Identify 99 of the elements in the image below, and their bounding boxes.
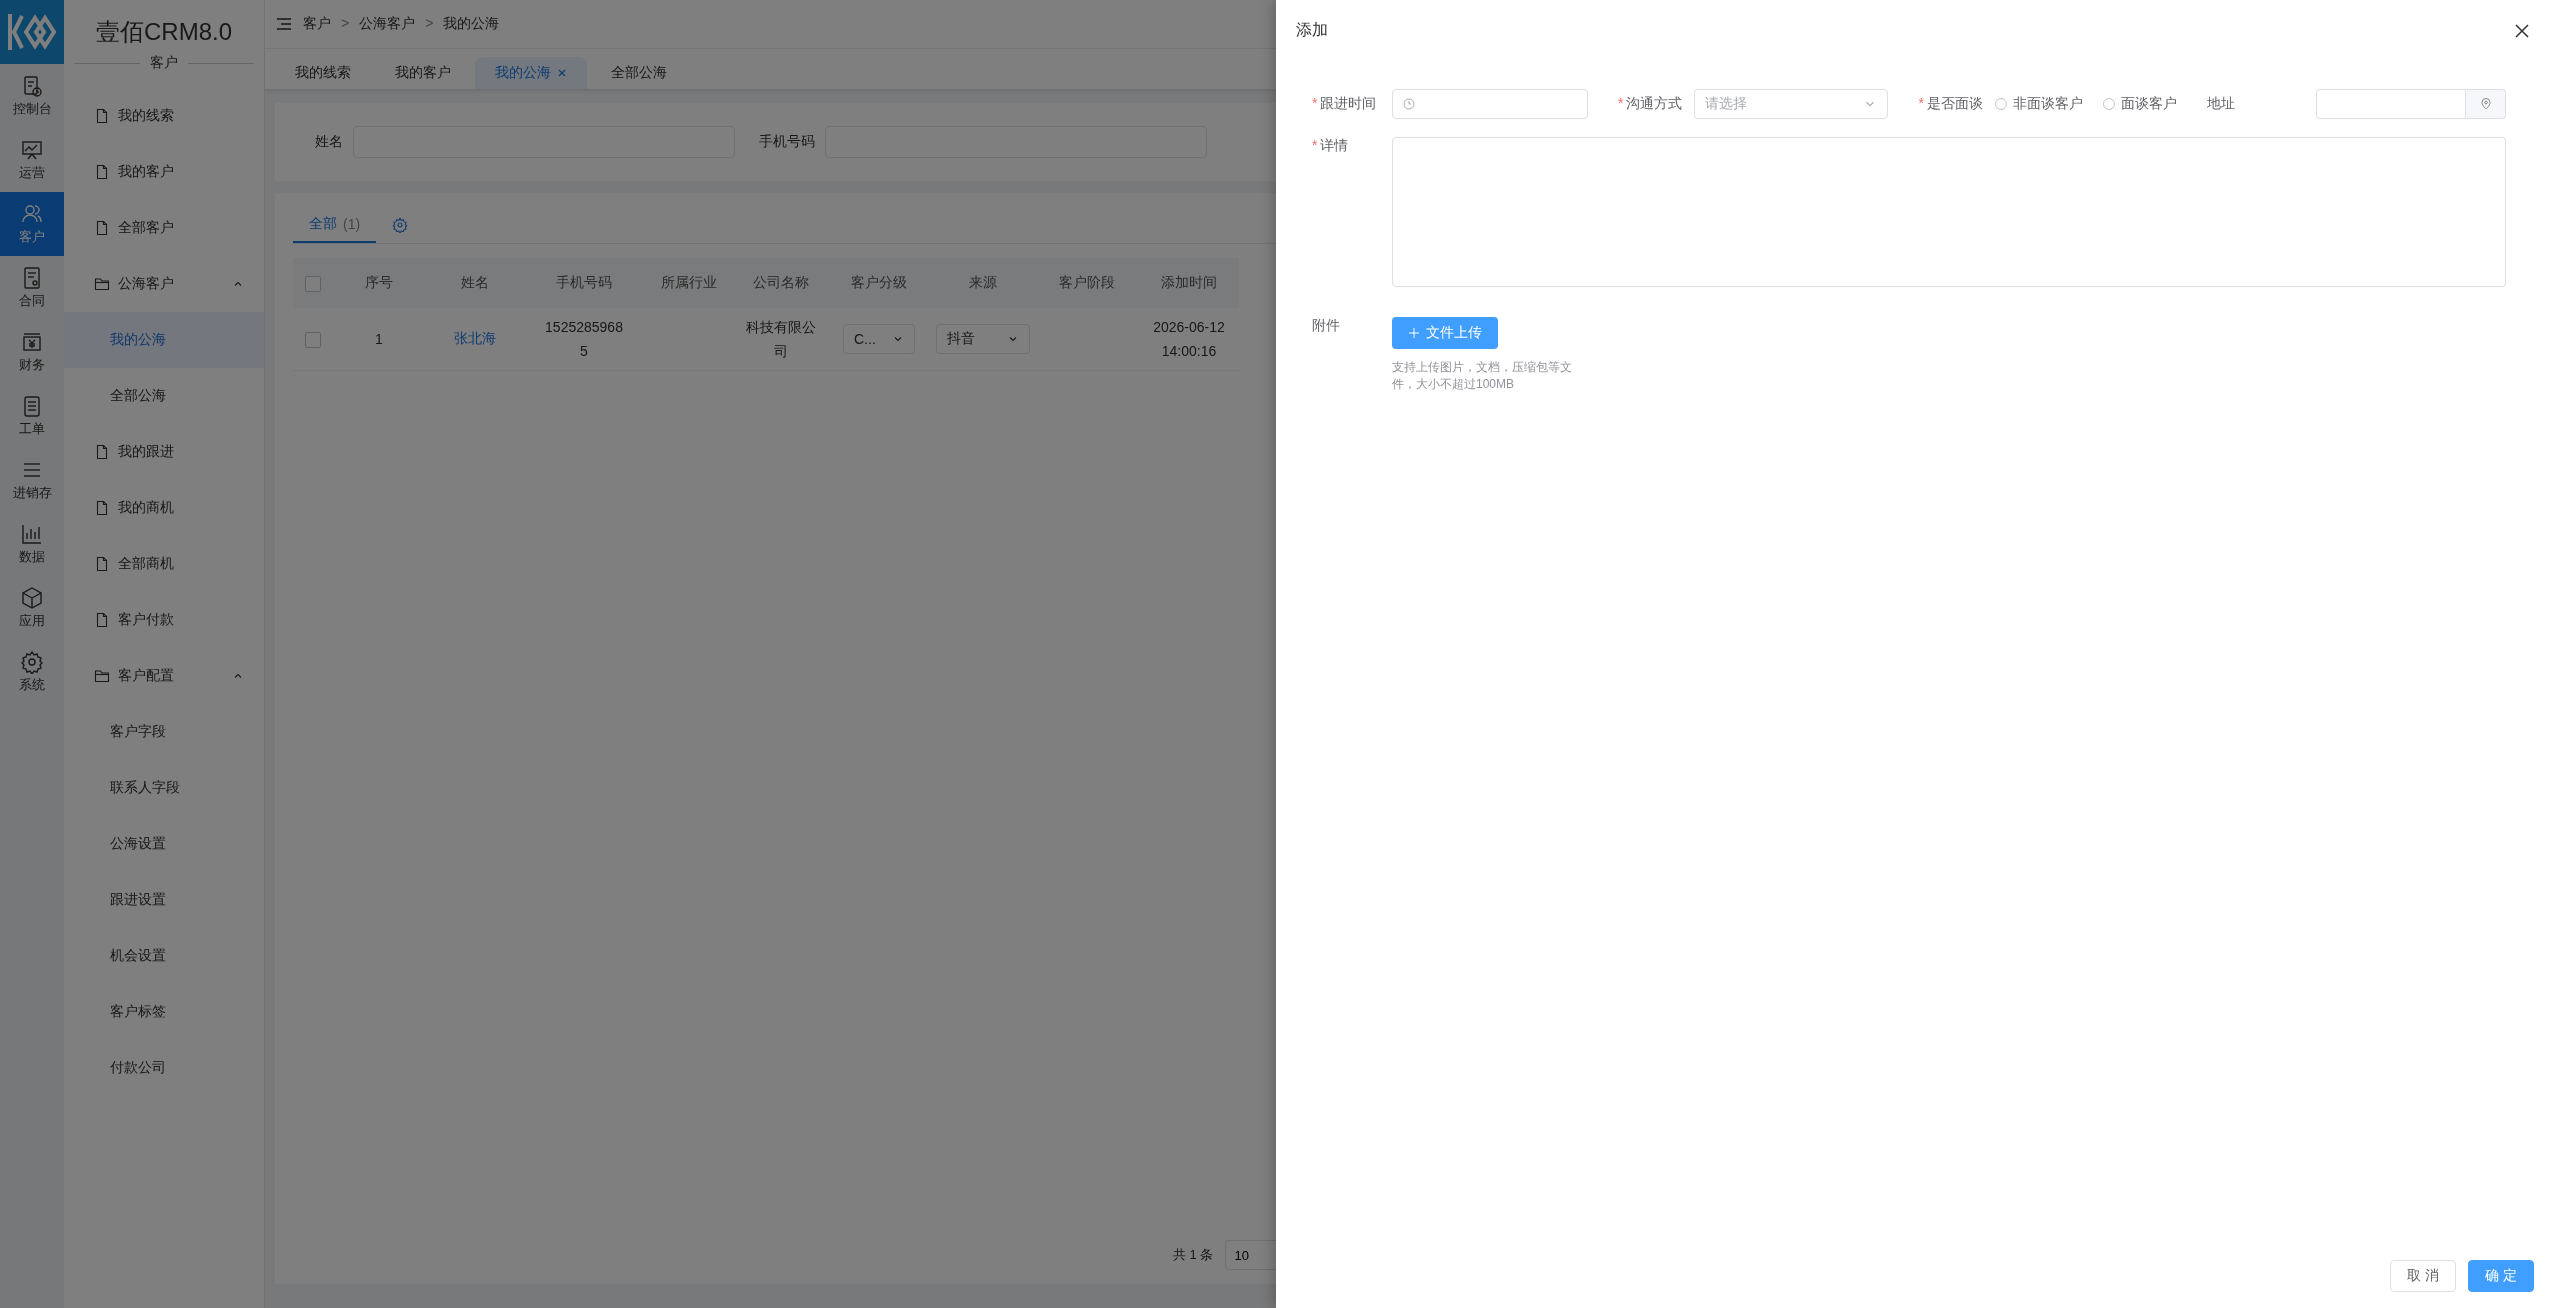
field-label: * 是否面谈 — [1918, 95, 1983, 113]
breadcrumb-item: 我的公海 — [443, 15, 500, 33]
nav-rail-item[interactable]: 控制台 — [0, 64, 64, 128]
confirm-button[interactable]: 确 定 — [2468, 1260, 2534, 1292]
table-cell: 1 — [375, 331, 383, 347]
field-label: 附件 — [1312, 317, 1341, 335]
location-pin-icon — [2479, 98, 2492, 110]
customer-link[interactable]: 张北海 — [454, 330, 496, 348]
detail-textarea[interactable] — [1392, 137, 2506, 287]
table-cell-text: 科技有限公司 — [745, 318, 817, 361]
sidebar-item[interactable]: 机会设置 — [64, 928, 264, 984]
plus-icon — [1408, 327, 1420, 339]
filter-label: 姓名 — [315, 133, 343, 151]
checkbox[interactable] — [305, 331, 321, 348]
upload-button[interactable]: 文件上传 — [1392, 317, 1498, 349]
sidebar-heading: 客户 — [150, 54, 178, 72]
column-header: 所属行业 — [661, 274, 717, 290]
page-tab[interactable]: 我的客户 — [375, 57, 471, 89]
document-icon — [94, 612, 110, 628]
column-header: 客户分级 — [851, 274, 907, 290]
close-icon[interactable] — [557, 68, 567, 78]
folder-icon — [94, 276, 110, 292]
sidebar-item[interactable]: 全部商机 — [64, 536, 264, 592]
sidebar-item[interactable]: 联系人字段 — [64, 760, 264, 816]
sidebar-group[interactable]: 公海客户 — [64, 256, 264, 312]
method-select[interactable]: 请选择 — [1694, 89, 1889, 119]
table-cell-text: 2026-06-12 14:00:16 — [1152, 318, 1226, 361]
sidebar-item[interactable]: 客户字段 — [64, 704, 264, 760]
document-icon — [94, 556, 110, 572]
page-tab[interactable]: 我的公海 — [475, 57, 587, 89]
app-title: 壹佰CRM8.0 — [95, 17, 233, 47]
sidebar-group[interactable]: 客户配置 — [64, 648, 264, 704]
breadcrumb-separator: > — [341, 15, 350, 33]
upload-hint: 支持上传图片，文档，压缩包等文件，大小不超过100MB — [1392, 359, 1573, 393]
filter-label: 手机号码 — [759, 133, 815, 151]
checkbox[interactable] — [305, 275, 321, 292]
document-icon — [94, 220, 110, 236]
bar-chart-icon — [20, 522, 44, 546]
date-time-field[interactable] — [1392, 89, 1588, 119]
sidebar-item[interactable]: 客户付款 — [64, 592, 264, 648]
nav-rail-item[interactable]: 客户 — [0, 192, 64, 256]
breadcrumb-item[interactable]: 客户 — [303, 15, 331, 33]
sidebar-item[interactable]: 我的客户 — [64, 144, 264, 200]
breadcrumb-separator: > — [425, 15, 434, 33]
cube-icon — [20, 586, 44, 610]
folder-icon — [94, 668, 110, 684]
presentation-chart-icon — [20, 138, 44, 162]
nav-rail-item[interactable]: 工单 — [0, 384, 64, 448]
column-header: 添加时间 — [1161, 274, 1217, 290]
sidebar-item[interactable]: 我的商机 — [64, 480, 264, 536]
clock-icon — [1403, 98, 1415, 110]
sidebar-item[interactable]: 全部客户 — [64, 200, 264, 256]
nav-rail-item[interactable]: 数据 — [0, 512, 64, 576]
sidebar-item[interactable]: 公海设置 — [64, 816, 264, 872]
nav-rail-item[interactable]: 合同 — [0, 256, 64, 320]
menu-icon[interactable] — [277, 18, 291, 30]
document-icon — [94, 444, 110, 460]
settings-icon — [20, 650, 44, 674]
sidebar-item[interactable]: 付款公司 — [64, 1040, 264, 1096]
field-label: 地址 — [2206, 95, 2235, 113]
cancel-button[interactable]: 取 消 — [2390, 1260, 2457, 1292]
yen-box-icon — [20, 330, 44, 354]
sidebar-item[interactable]: 我的公海 — [64, 312, 264, 368]
breadcrumb-item[interactable]: 公海客户 — [359, 15, 416, 33]
nav-rail-item[interactable]: 进销存 — [0, 448, 64, 512]
table-cell-text: 15252859685 — [544, 318, 624, 361]
document-icon — [94, 108, 110, 124]
field-label: * 详情 — [1312, 137, 1350, 155]
total-count: 共 1 条 — [1173, 1246, 1214, 1264]
settings-icon[interactable] — [392, 217, 409, 233]
sidebar-item[interactable]: 我的跟进 — [64, 424, 264, 480]
column-header: 客户阶段 — [1059, 274, 1115, 290]
nav-rail-item[interactable]: 应用 — [0, 576, 64, 640]
field-label: * 沟通方式 — [1618, 95, 1683, 113]
nav-rail-item[interactable]: 财务 — [0, 320, 64, 384]
source-select[interactable]: 抖音 — [936, 324, 1030, 354]
column-header: 公司名称 — [753, 274, 809, 290]
sidebar-item[interactable]: 客户标签 — [64, 984, 264, 1040]
radio-option[interactable]: 非面谈客户 — [1994, 95, 2083, 113]
sidebar-item[interactable]: 我的线索 — [64, 88, 264, 144]
location-button[interactable] — [2466, 89, 2506, 119]
page-tab[interactable]: 我的线索 — [275, 57, 371, 89]
sidebar-item[interactable]: 全部公海 — [64, 368, 264, 424]
document-icon — [94, 500, 110, 516]
column-header: 序号 — [365, 274, 393, 290]
radio-option[interactable]: 面谈客户 — [2102, 95, 2177, 113]
address-input[interactable] — [2316, 89, 2466, 119]
page-tab[interactable]: 全部公海 — [591, 57, 687, 89]
drawer-title: 添加 — [1296, 20, 1328, 40]
document-icon — [94, 164, 110, 180]
sidebar-item[interactable]: 跟进设置 — [64, 872, 264, 928]
grade-select[interactable]: C... — [843, 324, 915, 354]
nav-rail-item[interactable]: 运营 — [0, 128, 64, 192]
list-tab[interactable]: 全部 (1) — [293, 207, 377, 243]
column-header: 来源 — [969, 274, 997, 290]
column-header: 手机号码 — [556, 274, 612, 290]
nav-rail-item[interactable]: 系统 — [0, 640, 64, 704]
field-label: * 跟进时间 — [1312, 95, 1378, 113]
column-header: 姓名 — [461, 274, 489, 290]
